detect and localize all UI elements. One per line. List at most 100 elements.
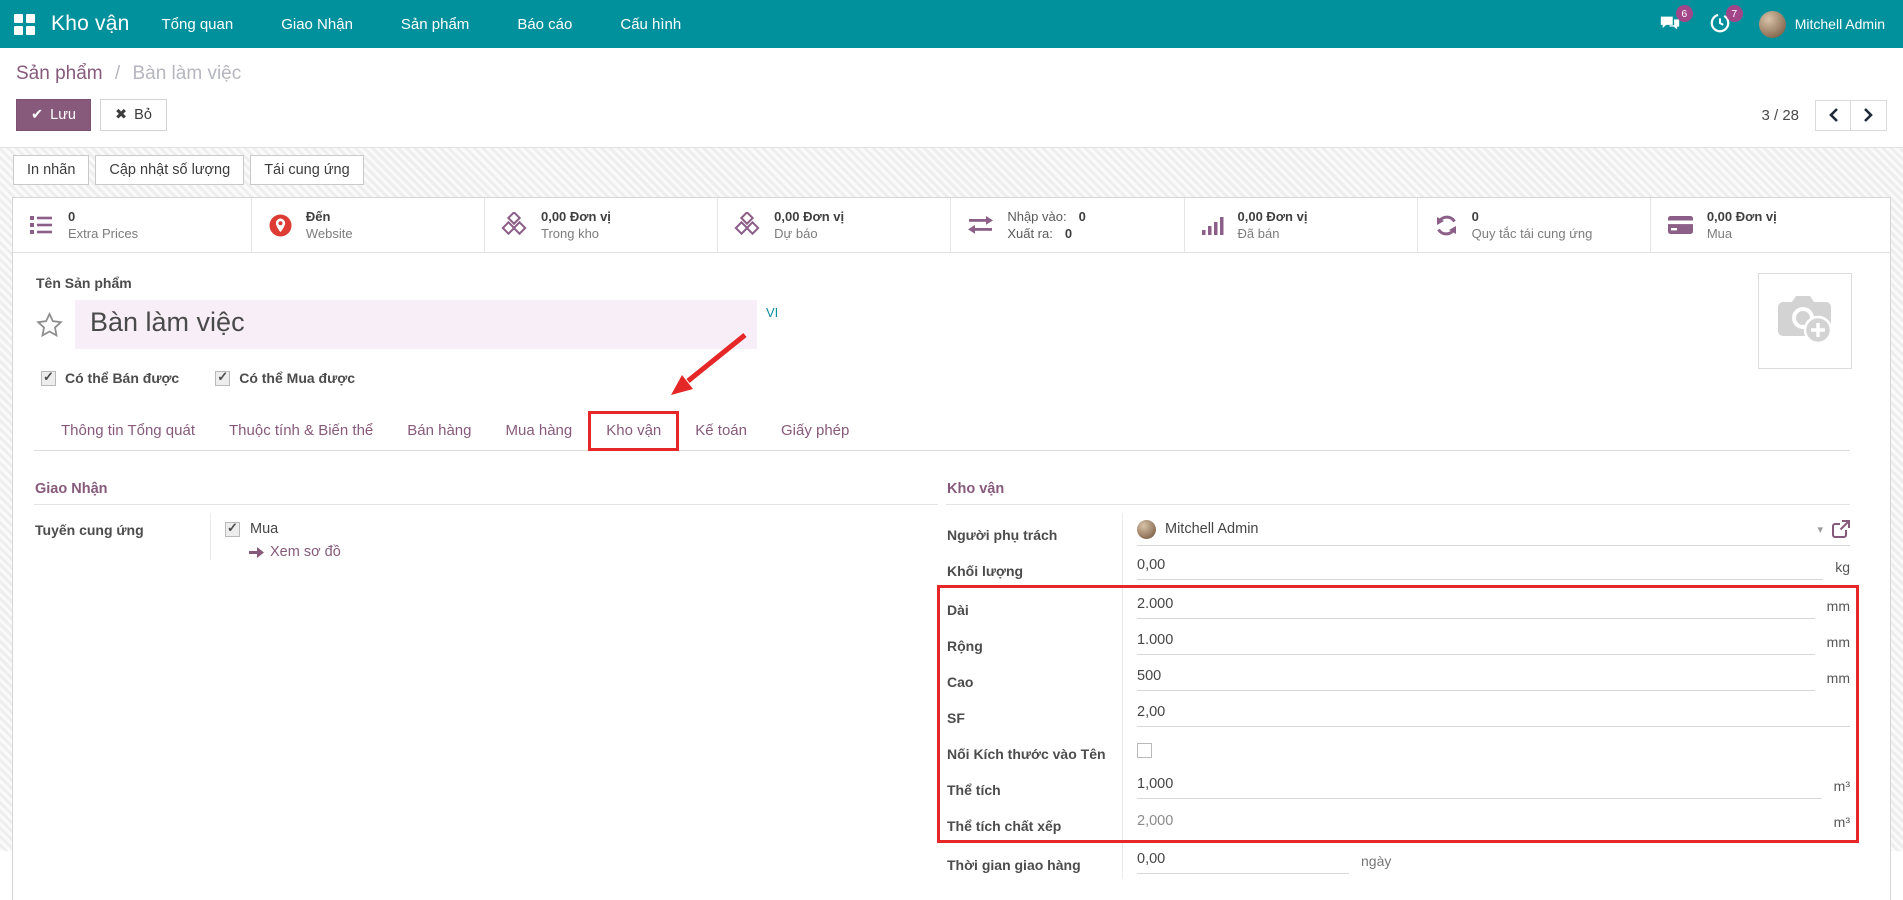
tab-licenses[interactable]: Giấy phép [764, 412, 866, 450]
volume-unit: m³ [1834, 778, 1850, 794]
exchange-arrows-icon [967, 214, 994, 236]
menu-bao-cao[interactable]: Báo cáo [515, 2, 574, 47]
height-row: Cao 500 mm [946, 660, 1850, 696]
height-input[interactable]: 500 [1137, 665, 1815, 691]
breadcrumb: Sản phẩm / Bàn làm việc [16, 63, 1887, 85]
tab-sales[interactable]: Bán hàng [390, 412, 488, 450]
list-icon [29, 213, 55, 237]
height-unit: mm [1827, 670, 1850, 686]
breadcrumb-separator: / [115, 63, 120, 84]
product-name-input[interactable]: Bàn làm việc [75, 300, 757, 349]
weight-unit: kg [1835, 559, 1850, 575]
chevron-right-icon [1863, 108, 1874, 122]
breadcrumb-current: Bàn làm việc [132, 63, 241, 84]
width-input[interactable]: 1.000 [1137, 629, 1815, 655]
width-unit: mm [1827, 634, 1850, 650]
close-icon: ✖ [115, 107, 127, 123]
stat-extra-prices[interactable]: 0Extra Prices [13, 198, 251, 252]
stat-go-to-website[interactable]: ĐếnWebsite [251, 198, 484, 252]
check-icon: ✔ [31, 107, 43, 123]
main-menu: Tổng quan Giao Nhận Sản phẩm Báo cáo Cấu… [159, 2, 683, 47]
menu-cau-hinh[interactable]: Cấu hình [618, 2, 683, 47]
activities-badge: 7 [1726, 5, 1743, 22]
length-row: Dài 2.000 mm [946, 588, 1850, 624]
app-brand[interactable]: Kho vận [51, 12, 129, 36]
stat-on-hand[interactable]: 0,00 Đơn vịTrong kho [484, 198, 717, 252]
stat-button-row: 0Extra Prices ĐếnWebsite 0,00 Đơn vịTron… [13, 198, 1890, 253]
tab-general-information[interactable]: Thông tin Tổng quát [44, 412, 212, 450]
stat-sold[interactable]: 0,00 Đơn vịĐã bán [1184, 198, 1417, 252]
pager-previous-button[interactable] [1815, 100, 1851, 131]
can-be-purchased-checkbox[interactable]: Có thể Mua được [215, 370, 355, 386]
route-buy-checkbox[interactable]: Mua [225, 513, 938, 537]
tab-purchase[interactable]: Mua hàng [489, 412, 590, 450]
stat-reordering-rules[interactable]: 0Quy tắc tái cung ứng [1417, 198, 1650, 252]
translation-lang-tag[interactable]: VI [766, 300, 778, 320]
checkbox-checked-icon [41, 371, 56, 386]
notebook-tabs: Thông tin Tổng quát Thuộc tính & Biến th… [34, 412, 1850, 451]
messages-badge: 6 [1676, 5, 1693, 22]
form-action-buttons: In nhãn Cập nhật số lượng Tái cung ứng [12, 148, 1891, 197]
user-name: Mitchell Admin [1795, 16, 1885, 32]
menu-giao-nhan[interactable]: Giao Nhận [279, 2, 355, 47]
discard-button[interactable]: ✖ Bỏ [100, 99, 167, 131]
menu-san-pham[interactable]: Sản phẩm [399, 2, 471, 47]
top-navbar: Kho vận Tổng quan Giao Nhận Sản phẩm Báo… [0, 0, 1903, 48]
user-menu[interactable]: Mitchell Admin [1759, 11, 1885, 38]
can-be-sold-checkbox[interactable]: Có thể Bán được [41, 370, 179, 386]
sf-input[interactable]: 2,00 [1137, 701, 1850, 727]
credit-card-icon [1667, 214, 1694, 236]
replenish-button[interactable]: Tái cung ứng [250, 155, 363, 185]
responsible-avatar [1137, 520, 1156, 539]
logistics-group-title: Giao Nhận [34, 481, 938, 505]
stat-in-out[interactable]: Nhập vào:0 Xuất ra:0 [950, 198, 1183, 252]
stowage-volume-row: Thể tích chất xếp 2,000 m³ [946, 804, 1850, 840]
checkbox-checked-icon [225, 522, 240, 537]
external-link-icon[interactable] [1832, 520, 1850, 538]
activities-clock-icon[interactable]: 7 [1709, 12, 1733, 36]
menu-tong-quan[interactable]: Tổng quan [159, 2, 235, 47]
breadcrumb-parent[interactable]: Sản phẩm [16, 63, 103, 84]
logistics-group: Giao Nhận Tuyến cung ứng Mua Xem sơ đồ [34, 481, 938, 879]
bar-chart-icon [1201, 213, 1225, 237]
user-avatar [1759, 11, 1786, 38]
messages-icon[interactable]: 6 [1659, 12, 1683, 36]
routes-label: Tuyến cung ứng [34, 513, 210, 539]
responsible-field[interactable]: Mitchell Admin ▾ [1137, 517, 1850, 546]
form-sheet: 0Extra Prices ĐếnWebsite 0,00 Đơn vịTron… [12, 197, 1891, 900]
tab-inventory[interactable]: Kho vận [589, 412, 678, 450]
length-input[interactable]: 2.000 [1137, 593, 1815, 619]
globe-icon [268, 213, 293, 238]
pager-next-button[interactable] [1851, 100, 1887, 131]
stowage-volume-unit: m³ [1834, 814, 1850, 830]
view-diagram-link[interactable]: Xem sơ đồ [225, 537, 938, 560]
delivery-lead-time-input[interactable]: 0,00 [1137, 848, 1349, 874]
product-name-label: Tên Sản phẩm [36, 275, 1850, 291]
stat-forecasted[interactable]: 0,00 Đơn vịDự báo [717, 198, 950, 252]
form-background: In nhãn Cập nhật số lượng Tái cung ứng 0… [0, 148, 1903, 851]
responsible-row: Người phụ trách Mitchell Admin ▾ [946, 513, 1850, 549]
stowage-volume-value: 2,000 [1137, 810, 1822, 835]
print-labels-button[interactable]: In nhãn [13, 155, 89, 185]
stat-purchased[interactable]: 0,00 Đơn vịMua [1650, 198, 1890, 252]
chevron-left-icon [1828, 108, 1839, 122]
volume-input[interactable]: 1,000 [1137, 773, 1822, 799]
tab-accounting[interactable]: Kế toán [678, 412, 764, 450]
cubes-icon [734, 212, 761, 238]
tab-attributes-variants[interactable]: Thuộc tính & Biến thể [212, 412, 390, 450]
checkbox-checked-icon [215, 371, 230, 386]
update-quantity-button[interactable]: Cập nhật số lượng [95, 155, 244, 185]
save-button[interactable]: ✔ Lưu [16, 99, 91, 131]
refresh-icon [1434, 213, 1459, 238]
favorite-star-icon[interactable] [36, 312, 63, 338]
inventory-group-title: Kho vận [946, 481, 1850, 505]
weight-input[interactable]: 0,00 [1137, 554, 1823, 580]
camera-plus-icon [1774, 294, 1836, 348]
dropdown-caret-icon[interactable]: ▾ [1817, 523, 1823, 536]
concat-dims-checkbox[interactable] [1137, 743, 1152, 758]
inventory-group: Kho vận Người phụ trách Mitchell Admin ▾ [946, 481, 1850, 879]
weight-row: Khối lượng 0,00 kg [946, 549, 1850, 585]
apps-menu-icon[interactable] [14, 14, 35, 35]
product-image-upload[interactable] [1758, 273, 1852, 369]
annotation-highlight-box: Dài 2.000 mm Rộng 1.000 mm [937, 585, 1859, 843]
